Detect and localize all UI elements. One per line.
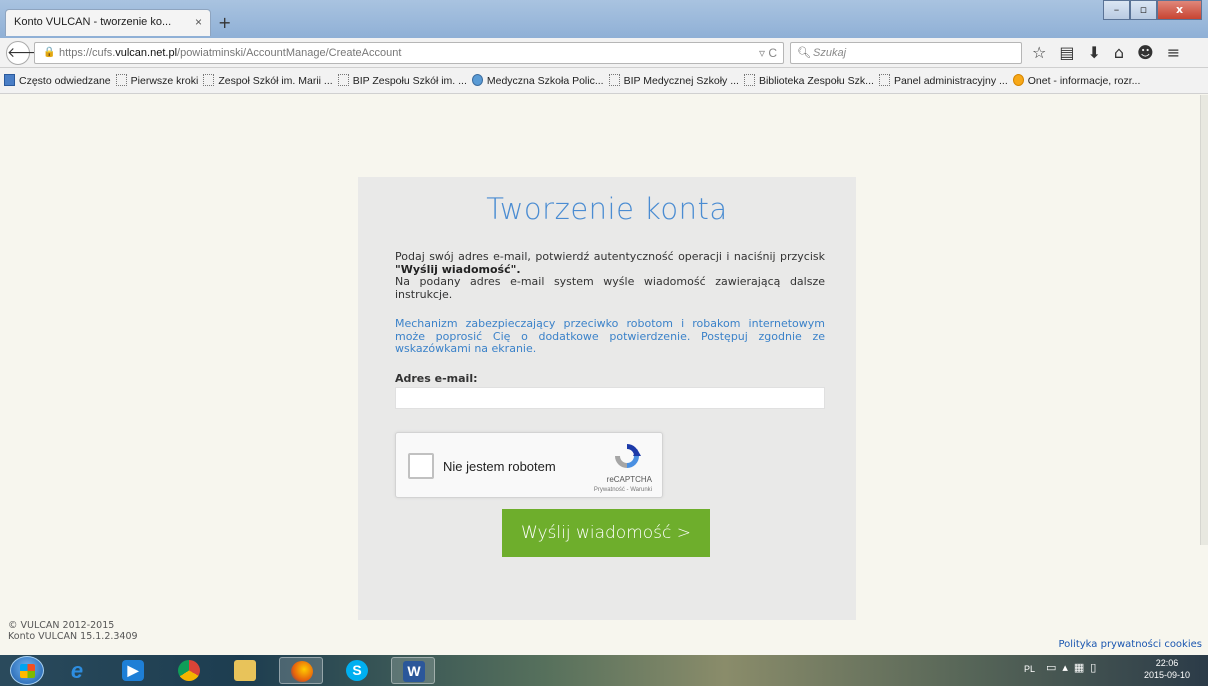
windows-taskbar: e ▶ S W PL ▭▴▦▯ 22:06 2015-09-10 <box>0 655 1208 686</box>
intro-line-1: Podaj swój adres e-mail, potwierdź auten… <box>395 250 825 263</box>
menu-icon[interactable]: ≡ <box>1167 43 1180 62</box>
tab-close-icon[interactable]: × <box>195 15 202 29</box>
url-host: vulcan.net.pl <box>115 47 178 59</box>
address-bar[interactable]: 🔒 https://cufs.vulcan.net.pl/powiatminsk… <box>34 42 784 64</box>
word-icon: W <box>403 661 425 682</box>
bookmark-item[interactable]: Często odwiedzane <box>4 74 111 87</box>
close-window-button[interactable]: x <box>1157 0 1202 20</box>
language-indicator[interactable]: PL <box>1024 664 1035 674</box>
search-icon: 🔍︎ <box>797 47 811 59</box>
version-text: Konto VULCAN 15.1.2.3409 <box>8 631 138 642</box>
browser-titlebar: Konto VULCAN - tworzenie ko... × + – ▫ x <box>0 0 1208 38</box>
star-icon[interactable]: ☆ <box>1032 43 1046 62</box>
page-icon <box>743 74 755 86</box>
bookmark-label: BIP Medycznej Szkoły ... <box>623 75 739 87</box>
search-input[interactable]: 🔍︎ Szukaj <box>790 42 1022 64</box>
ie-icon: e <box>70 658 84 683</box>
start-button[interactable] <box>10 656 44 685</box>
url-prefix: https://cufs. <box>59 47 116 59</box>
bookmark-item[interactable]: Onet - informacje, rozr... <box>1012 74 1141 87</box>
page-title: Tworzenie konta <box>486 192 728 226</box>
recaptcha-links[interactable]: Prywatność - Warunki <box>594 487 652 493</box>
chat-icon[interactable]: ☻ <box>1137 43 1154 62</box>
bookmark-item[interactable]: Zespoł Szkół im. Marii ... <box>203 74 333 87</box>
back-button[interactable]: 🡐 <box>6 41 45 65</box>
taskbar-word[interactable]: W <box>391 657 435 684</box>
page-icon <box>203 74 215 86</box>
reading-list-icon[interactable]: ▤ <box>1059 43 1074 62</box>
media-player-icon: ▶ <box>122 660 144 681</box>
chrome-icon <box>178 660 200 681</box>
bookmark-label: Pierwsze kroki <box>130 75 199 87</box>
onet-logo-icon <box>1012 74 1024 86</box>
bookmark-label: Biblioteka Zespołu Szk... <box>758 75 874 87</box>
new-tab-button[interactable]: + <box>218 13 231 32</box>
download-icon[interactable]: ⬇ <box>1087 43 1100 62</box>
recaptcha-label: Nie jestem robotem <box>443 459 556 474</box>
bookmark-folder-icon <box>4 74 15 86</box>
bookmark-label: BIP Zespołu Szkół im. ... <box>352 75 467 87</box>
taskbar-explorer[interactable] <box>223 657 267 684</box>
recaptcha-logo-icon <box>615 444 641 468</box>
taskbar-media-player[interactable]: ▶ <box>111 657 155 684</box>
browser-tab[interactable]: Konto VULCAN - tworzenie ko... × <box>5 9 211 36</box>
clock[interactable]: 22:06 2015-09-10 <box>1144 657 1190 681</box>
page-icon <box>337 74 349 86</box>
intro-line-2: Na podany adres e-mail system wyśle wiad… <box>395 275 825 301</box>
bookmark-label: Onet - informacje, rozr... <box>1027 75 1141 87</box>
taskbar-skype[interactable]: S <box>335 657 379 684</box>
page-scrollbar[interactable] <box>1200 95 1208 545</box>
tab-title: Konto VULCAN - tworzenie ko... <box>14 16 172 28</box>
intro-bold-button-name: "Wyślij wiadomość". <box>395 262 521 276</box>
bookmark-item[interactable]: BIP Zespołu Szkół im. ... <box>337 74 467 87</box>
bookmark-label: Medyczna Szkoła Polic... <box>486 75 604 87</box>
bookmark-label: Panel administracyjny ... <box>893 75 1008 87</box>
email-label: Adres e-mail: <box>395 372 478 385</box>
maximize-button[interactable]: ▫ <box>1130 0 1157 20</box>
bookmarks-bar: Często odwiedzane Pierwsze kroki Zespoł Sz… <box>0 68 1208 94</box>
bookmark-label: Często odwiedzane <box>19 75 111 87</box>
lock-icon: 🔒 <box>43 47 56 58</box>
url-path: /powiatminski/AccountManage/CreateAccoun… <box>177 47 402 59</box>
system-tray: PL ▭▴▦▯ 22:06 2015-09-10 <box>1008 655 1208 686</box>
page-icon <box>878 74 890 86</box>
clock-time: 22:06 <box>1155 658 1179 668</box>
recaptcha-widget: Nie jestem robotem reCAPTCHA Prywatność … <box>395 432 663 498</box>
minimize-button[interactable]: – <box>1103 0 1130 20</box>
create-account-card: Tworzenie konta Podaj swój adres e-mail,… <box>358 177 856 620</box>
taskbar-chrome[interactable] <box>167 657 211 684</box>
bookmark-item[interactable]: Biblioteka Zespołu Szk... <box>743 74 874 87</box>
bookmark-item[interactable]: Medyczna Szkoła Polic... <box>471 74 604 87</box>
privacy-link[interactable]: Polityka prywatności cookies <box>1058 639 1202 650</box>
search-placeholder: Szukaj <box>813 47 847 59</box>
toolbar-icons: ☆ ▤ ⬇ ⌂ ☻ ≡ <box>1032 43 1180 62</box>
clock-date: 2015-09-10 <box>1143 670 1190 680</box>
globe-icon <box>471 74 483 86</box>
reload-icon[interactable]: ▿ C <box>759 46 777 60</box>
bookmark-item[interactable]: BIP Medycznej Szkoły ... <box>608 74 739 87</box>
taskbar-ie[interactable]: e <box>55 657 99 684</box>
recaptcha-brand: reCAPTCHA <box>606 475 652 484</box>
recaptcha-checkbox[interactable] <box>408 453 434 479</box>
bookmark-item[interactable]: Pierwsze kroki <box>115 74 199 87</box>
email-field[interactable] <box>395 387 825 409</box>
page-icon <box>115 74 127 86</box>
taskbar-firefox[interactable] <box>279 657 323 684</box>
tray-icons[interactable]: ▭▴▦▯ <box>1046 661 1102 674</box>
windows-logo-icon <box>20 664 35 678</box>
page-icon <box>608 74 620 86</box>
home-icon[interactable]: ⌂ <box>1114 43 1124 62</box>
footer-info: © VULCAN 2012-2015 Konto VULCAN 15.1.2.3… <box>8 620 138 642</box>
folder-icon <box>234 660 256 681</box>
bookmark-label: Zespoł Szkół im. Marii ... <box>218 75 333 87</box>
window-controls: – ▫ x <box>1103 0 1202 22</box>
skype-icon: S <box>346 660 368 681</box>
browser-navbar: 🡐 🔒 https://cufs.vulcan.net.pl/powiatmin… <box>0 38 1208 68</box>
bookmark-item[interactable]: Panel administracyjny ... <box>878 74 1008 87</box>
robot-protection-note: Mechanizm zabezpieczający przeciwko robo… <box>395 317 825 355</box>
firefox-icon <box>291 661 313 682</box>
send-message-button[interactable]: Wyślij wiadomość > <box>502 509 710 557</box>
copyright-text: © VULCAN 2012-2015 <box>8 620 115 631</box>
intro-text: Podaj swój adres e-mail, potwierdź auten… <box>395 250 825 301</box>
